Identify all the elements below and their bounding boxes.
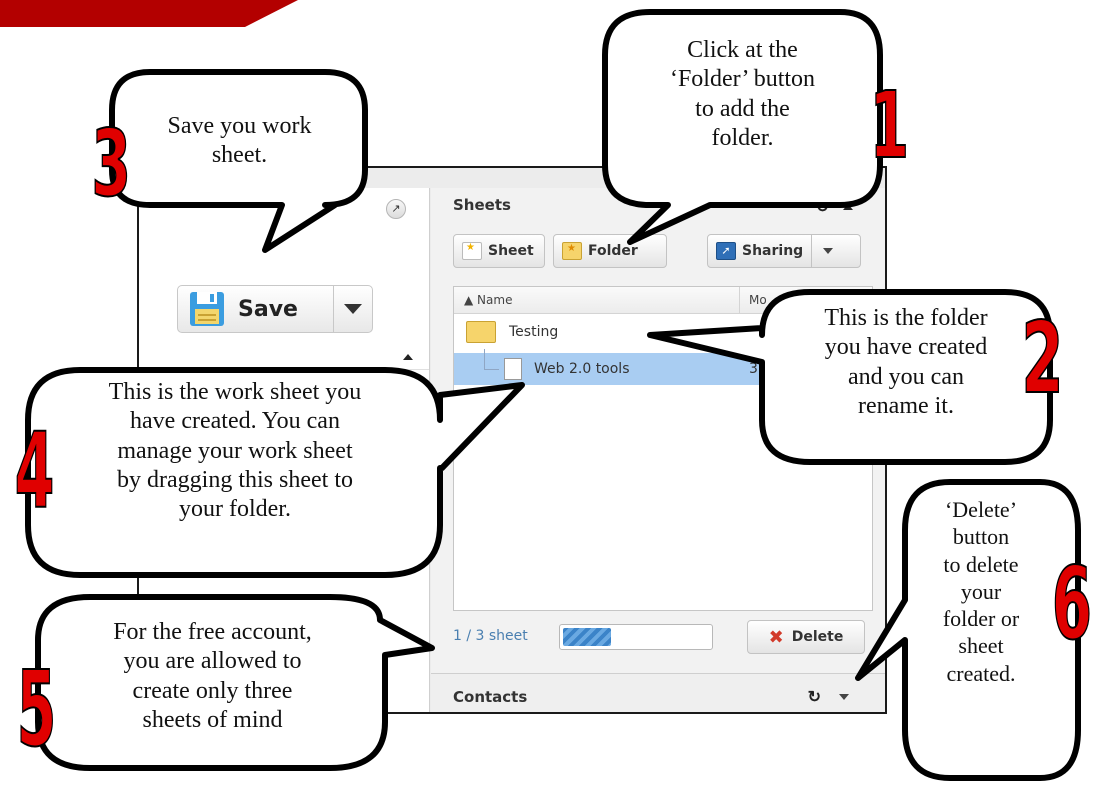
refresh-icon[interactable]: ↻	[808, 687, 821, 707]
callout-1-text: Click at the ‘Folder’ button to add the …	[620, 36, 865, 153]
sheets-pane: Sheets ↻ Sheet Folder ➚ Sharing ▲ Name M	[431, 188, 885, 712]
callout-line: sheets of mind	[142, 706, 283, 733]
refresh-icon[interactable]: ↻	[816, 197, 829, 217]
callout-line: and you can	[848, 363, 964, 390]
callout-line: Save you work	[167, 113, 312, 139]
column-modified[interactable]: Mo	[749, 293, 767, 307]
sheets-header-icons: ↻	[816, 197, 853, 217]
callout-line: have created. You can	[130, 408, 340, 435]
new-sheet-button[interactable]: Sheet	[453, 234, 545, 268]
callout-4-text: This is the work sheet you have created.…	[40, 378, 430, 524]
step-number-4: 4	[14, 409, 55, 533]
sheet-quota-fill	[563, 628, 612, 646]
delete-button[interactable]: ✖ Delete	[747, 620, 865, 654]
column-name-label: Name	[477, 293, 513, 307]
callout-line: sheet	[958, 633, 1004, 659]
callout-line: manage your work sheet	[117, 437, 353, 464]
callout-line: This is the work sheet you	[108, 379, 362, 405]
new-sheet-label: Sheet	[488, 243, 534, 259]
sheet-icon	[504, 358, 522, 380]
callout-line: you are allowed to	[123, 648, 302, 675]
scroll-up-icon[interactable]	[403, 354, 413, 360]
chevron-down-icon	[344, 304, 362, 314]
column-divider	[739, 287, 740, 313]
delete-label: Delete	[791, 629, 844, 645]
callout-line: This is the folder	[824, 305, 988, 331]
divider	[139, 369, 429, 370]
step-number-5: 5	[16, 647, 57, 771]
callout-line: Click at the	[687, 37, 798, 63]
share-icon: ➚	[716, 242, 736, 260]
callout-line: For the free account,	[113, 619, 312, 645]
sharing-button[interactable]: ➚ Sharing	[707, 234, 861, 268]
folder-icon	[562, 242, 582, 260]
corner-ribbon	[0, 0, 298, 27]
callout-line: you have created	[824, 334, 988, 361]
step-number-1: 1	[869, 71, 910, 180]
callout-line: button	[952, 524, 1010, 550]
callout-line: your folder.	[179, 496, 291, 523]
callout-line: ‘Delete’	[944, 497, 1018, 522]
callout-line: your	[960, 578, 1002, 604]
folder-icon	[466, 321, 496, 343]
sharing-label: Sharing	[742, 243, 804, 259]
new-folder-label: Folder	[588, 243, 638, 259]
chevron-down-icon	[823, 248, 834, 254]
step-number-6: 6	[1051, 544, 1093, 663]
column-name[interactable]: ▲ Name	[464, 293, 512, 307]
delete-icon: ✖	[768, 626, 784, 648]
sheets-title: Sheets	[453, 196, 511, 214]
tree-connector	[484, 349, 499, 370]
save-button-group: Save	[177, 285, 373, 333]
callout-line: sheet.	[211, 142, 268, 169]
contacts-bar[interactable]: Contacts ↻	[431, 673, 885, 712]
callout-line: ‘Folder’ button	[669, 66, 816, 93]
callout-line: folder.	[711, 124, 774, 151]
contacts-title: Contacts	[453, 688, 528, 706]
collapse-icon[interactable]	[843, 204, 853, 210]
sheet-name: Web 2.0 tools	[534, 361, 630, 377]
callout-line: to delete	[943, 551, 1019, 577]
new-folder-button[interactable]: Folder	[553, 234, 667, 268]
sheet-icon	[462, 242, 482, 260]
sheet-quota-bar	[559, 624, 713, 650]
sheet-quota-text: 1 / 3 sheet	[453, 628, 528, 644]
callout-5-text: For the free account, you are allowed to…	[55, 618, 370, 735]
step-number-3: 3	[91, 109, 132, 218]
floppy-disk-icon	[190, 292, 224, 326]
callout-line: folder or	[942, 606, 1020, 632]
pin-icon[interactable]: ↗	[386, 199, 406, 219]
callout-2-text: This is the folder you have created and …	[775, 304, 1037, 421]
callout-line: created.	[946, 660, 1016, 686]
sheet-modified: 3r	[749, 361, 764, 377]
step-number-2: 2	[1021, 301, 1065, 417]
save-dropdown-button[interactable]	[334, 286, 372, 332]
callout-3-text: Save you work sheet.	[122, 112, 357, 171]
callout-line: rename it.	[858, 392, 954, 419]
callout-line: to add the	[695, 95, 790, 122]
folder-name: Testing	[509, 324, 559, 340]
save-label: Save	[238, 296, 298, 322]
expand-icon[interactable]	[839, 694, 849, 700]
contacts-icons: ↻	[808, 687, 849, 707]
callout-6-text: ‘Delete’ button to delete your folder or…	[912, 496, 1050, 687]
callout-line: by dragging this sheet to	[117, 466, 353, 493]
callout-line: create only three	[132, 677, 293, 704]
sharing-dropdown-button[interactable]	[812, 248, 844, 254]
save-button[interactable]: Save	[178, 286, 334, 332]
